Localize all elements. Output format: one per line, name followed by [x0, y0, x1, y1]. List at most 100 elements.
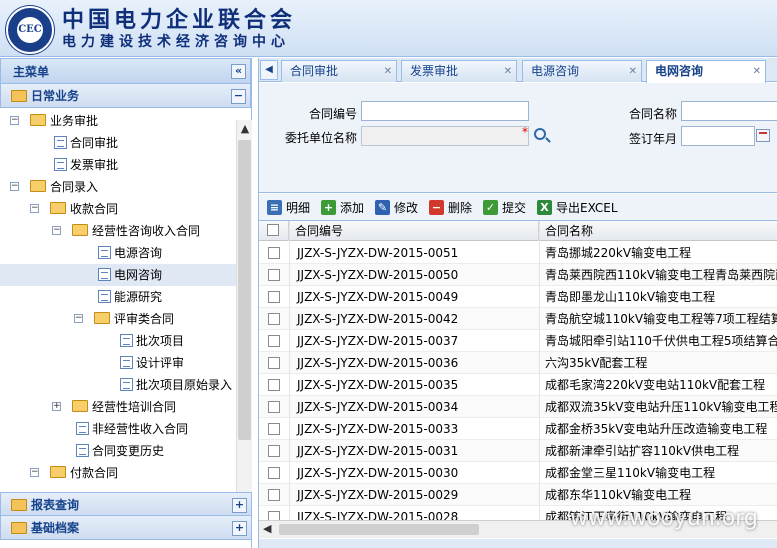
- expand-icon[interactable]: +: [232, 521, 247, 536]
- check-icon: ✓: [483, 200, 498, 215]
- submit-button[interactable]: ✓ 提交: [483, 199, 526, 217]
- tree-node[interactable]: − 经营性咨询收入合同: [0, 220, 236, 242]
- tree-node[interactable]: 电网咨询: [0, 264, 236, 286]
- tree-node[interactable]: 发票审批: [0, 154, 236, 176]
- row-checkbox[interactable]: [268, 313, 280, 325]
- collapse-icon[interactable]: −: [10, 182, 19, 191]
- table-row[interactable]: JJZX-S-JYZX-DW-2015-0049 青岛即墨龙山110kV输变电工程: [259, 286, 777, 308]
- table-row[interactable]: JJZX-S-JYZX-DW-2015-0034 成都双流35kV变电站升压110…: [259, 396, 777, 418]
- expand-icon[interactable]: +: [52, 402, 61, 411]
- search-icon[interactable]: [534, 128, 546, 140]
- table-row[interactable]: JJZX-S-JYZX-DW-2015-0051 青岛挪城220kV输变电工程: [259, 242, 777, 264]
- close-icon[interactable]: ✕: [629, 62, 637, 82]
- chevron-left-icon[interactable]: ◀: [263, 522, 271, 535]
- contract-no-input[interactable]: [361, 101, 529, 121]
- cec-logo: CEC: [6, 6, 54, 54]
- row-checkbox[interactable]: [268, 467, 280, 479]
- row-checkbox[interactable]: [268, 489, 280, 501]
- row-checkbox[interactable]: [268, 291, 280, 303]
- accordion-base-archive[interactable]: 基础档案 +: [0, 516, 252, 540]
- contract-name-cell: 成都金堂三星110kV输变电工程: [545, 466, 716, 480]
- row-checkbox[interactable]: [268, 335, 280, 347]
- tree-node[interactable]: 批次项目: [0, 330, 236, 352]
- contract-no-cell: JJZX-S-JYZX-DW-2015-0050: [297, 268, 459, 282]
- organization-subtitle: 电力建设技术经济咨询中心: [62, 34, 290, 50]
- tree-node[interactable]: 非经营性收入合同: [0, 418, 236, 440]
- tab-scroll-left-icon[interactable]: ◀: [260, 60, 278, 80]
- column-header-contract-no[interactable]: 合同编号: [289, 221, 539, 241]
- add-button[interactable]: + 添加: [321, 199, 364, 217]
- tree-node-label: 付款合同: [70, 466, 119, 480]
- tree-node[interactable]: 能源研究: [0, 286, 236, 308]
- double-chevron-left-icon[interactable]: «: [231, 64, 246, 79]
- calendar-icon[interactable]: [756, 129, 770, 142]
- row-checkbox[interactable]: [268, 379, 280, 391]
- row-checkbox[interactable]: [268, 357, 280, 369]
- folder-icon: [11, 522, 27, 534]
- accordion-daily-business[interactable]: 日常业务 −: [0, 84, 251, 108]
- close-icon[interactable]: ✕: [384, 62, 392, 82]
- table-row[interactable]: JJZX-S-JYZX-DW-2015-0050 青岛莱西院西110kV输变电工程…: [259, 264, 777, 286]
- tree-node[interactable]: 设计评审: [0, 352, 236, 374]
- client-name-label: 委托单位名称: [284, 131, 357, 145]
- tree-node[interactable]: 合同变更历史: [0, 440, 236, 462]
- delete-button[interactable]: − 删除: [429, 199, 472, 217]
- column-header-contract-name[interactable]: 合同名称: [539, 221, 777, 241]
- tree-node[interactable]: − 合同录入: [0, 176, 236, 198]
- table-row[interactable]: JJZX-S-JYZX-DW-2015-0035 成都毛家湾220kV变电站110…: [259, 374, 777, 396]
- watermark: www.wooyun.org: [570, 506, 758, 531]
- tab-power-source-consulting[interactable]: 电源咨询 ✕: [522, 60, 642, 82]
- tree-node[interactable]: − 付款合同: [0, 462, 236, 484]
- tab-contract-approval[interactable]: 合同审批 ✕: [281, 60, 397, 82]
- tree-node-label: 合同审批: [70, 136, 119, 150]
- row-checkbox[interactable]: [268, 269, 280, 281]
- tree-node[interactable]: − 业务审批: [0, 110, 236, 132]
- row-checkbox[interactable]: [268, 511, 280, 520]
- tab-invoice-approval[interactable]: 发票审批 ✕: [401, 60, 517, 82]
- scrollbar-thumb[interactable]: [238, 140, 251, 440]
- collapse-icon[interactable]: −: [30, 204, 39, 213]
- contract-name-cell: 成都东华110kV输变电工程: [545, 488, 692, 502]
- collapse-icon[interactable]: −: [52, 226, 61, 235]
- row-checkbox[interactable]: [268, 401, 280, 413]
- collapse-icon[interactable]: −: [231, 89, 246, 104]
- collapse-icon[interactable]: −: [74, 314, 83, 323]
- tree-node[interactable]: 电源咨询: [0, 242, 236, 264]
- sign-month-input[interactable]: [681, 126, 755, 146]
- accordion-daily-business-label: 日常业务: [31, 89, 80, 103]
- tree-vertical-scrollbar[interactable]: ▲ ▼: [236, 120, 252, 538]
- tree-node[interactable]: + 经营性培训合同: [0, 396, 236, 418]
- row-checkbox[interactable]: [268, 445, 280, 457]
- collapse-icon[interactable]: −: [10, 116, 19, 125]
- table-row[interactable]: JJZX-S-JYZX-DW-2015-0036 六沟35kV配套工程: [259, 352, 777, 374]
- client-name-input[interactable]: [361, 126, 529, 146]
- table-row[interactable]: JJZX-S-JYZX-DW-2015-0037 青岛城阳牵引站110千伏供电工程…: [259, 330, 777, 352]
- table-row[interactable]: JJZX-S-JYZX-DW-2015-0042 青岛航空城110kV输变电工程等…: [259, 308, 777, 330]
- table-row[interactable]: JJZX-S-JYZX-DW-2015-0033 成都金桥35kV变电站升压改造输…: [259, 418, 777, 440]
- select-all-checkbox[interactable]: [267, 224, 279, 236]
- export-excel-button[interactable]: X 导出EXCEL: [537, 199, 618, 217]
- tree-node[interactable]: 合同审批: [0, 132, 236, 154]
- chevron-up-icon[interactable]: ▲: [238, 122, 252, 136]
- tree-node[interactable]: − 收款合同: [0, 198, 236, 220]
- tree-node-label: 合同变更历史: [92, 444, 165, 458]
- table-row[interactable]: JJZX-S-JYZX-DW-2015-0029 成都东华110kV输变电工程: [259, 484, 777, 506]
- tree-node[interactable]: 批次项目原始录入: [0, 374, 236, 396]
- accordion-report-query[interactable]: 报表查询 +: [0, 492, 252, 516]
- close-icon[interactable]: ✕: [753, 62, 761, 82]
- table-row[interactable]: JJZX-S-JYZX-DW-2015-0030 成都金堂三星110kV输变电工程: [259, 462, 777, 484]
- contract-name-input[interactable]: [681, 101, 777, 121]
- close-icon[interactable]: ✕: [504, 62, 512, 82]
- row-checkbox[interactable]: [268, 423, 280, 435]
- row-checkbox[interactable]: [268, 247, 280, 259]
- tab-power-grid-consulting[interactable]: 电网咨询 ✕: [646, 60, 766, 83]
- detail-button[interactable]: ≡ 明细: [267, 199, 310, 217]
- collapse-icon[interactable]: −: [30, 468, 39, 477]
- edit-button[interactable]: ✎ 修改: [375, 199, 418, 217]
- table-row[interactable]: JJZX-S-JYZX-DW-2015-0031 成都新津牵引站扩容110kV供电…: [259, 440, 777, 462]
- tab-label: 合同审批: [290, 64, 339, 78]
- scrollbar-thumb[interactable]: [279, 524, 479, 535]
- tree-node-label: 电源咨询: [114, 246, 163, 260]
- expand-icon[interactable]: +: [232, 498, 247, 513]
- tree-node[interactable]: − 评审类合同: [0, 308, 236, 330]
